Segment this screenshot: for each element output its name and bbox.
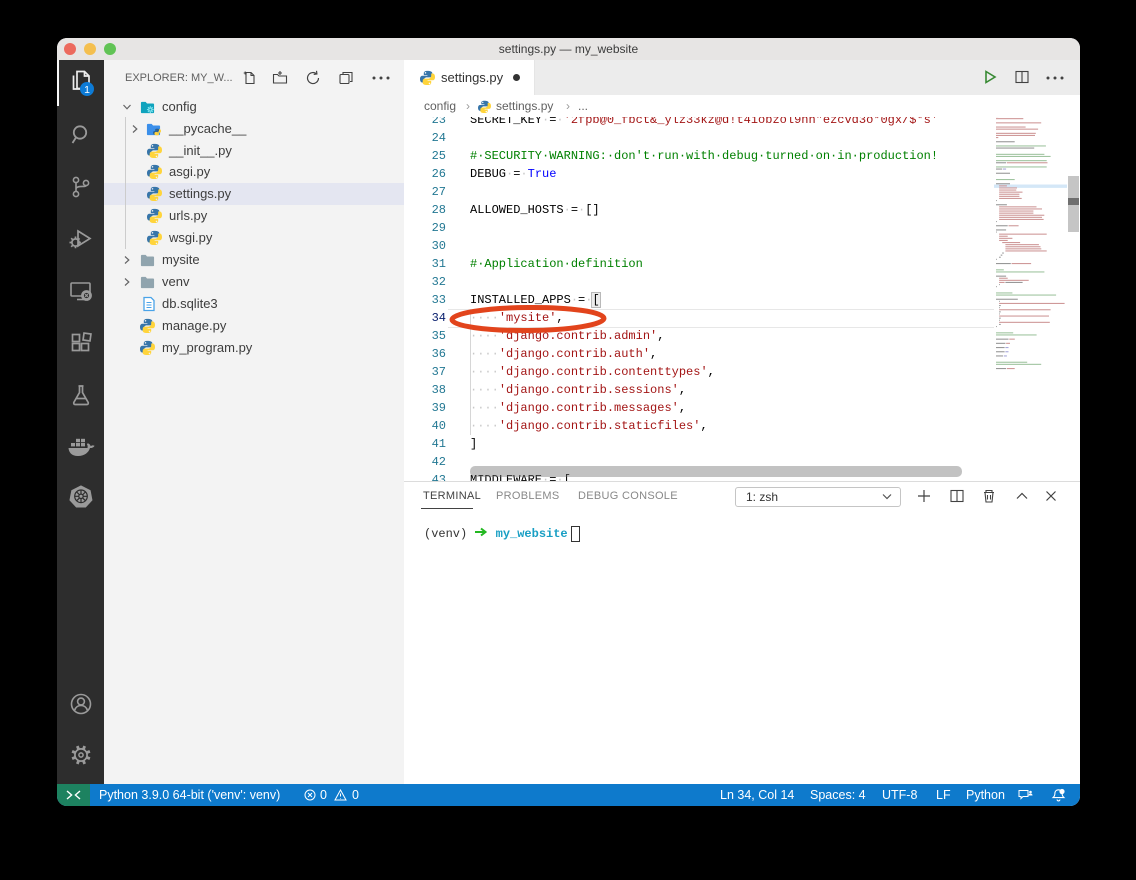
- svg-text:1: 1: [84, 84, 90, 96]
